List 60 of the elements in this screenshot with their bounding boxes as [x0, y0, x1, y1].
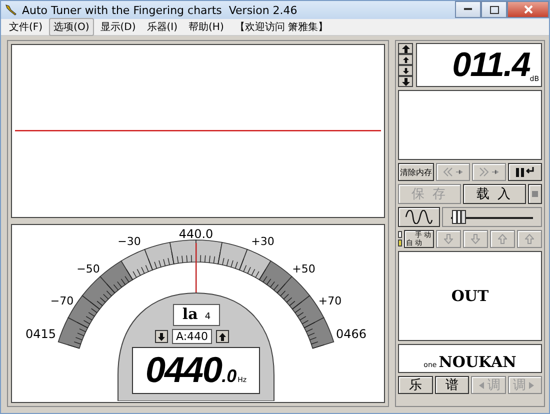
cents-label: +50 — [292, 262, 316, 276]
score-button[interactable]: 乐 — [398, 376, 432, 394]
up-arrow-icon — [525, 234, 534, 244]
down-button[interactable] — [155, 330, 168, 343]
stop-icon — [532, 191, 538, 197]
sine-wave-icon — [405, 210, 433, 224]
center-frequency-label: 440.0 — [178, 227, 214, 241]
load-button[interactable]: 载 入 — [463, 184, 526, 204]
frequency-value: 0440 — [145, 348, 222, 392]
forward-icon — [478, 167, 500, 177]
cents-label: −50 — [76, 262, 100, 276]
cents-label: +70 — [318, 294, 342, 308]
menu-item[interactable]: 文件(F) — [4, 18, 48, 36]
note-name: la — [182, 305, 198, 323]
menu-item[interactable]: 显示(D) — [95, 18, 141, 36]
minimize-button[interactable] — [455, 1, 481, 18]
cents-label: −30 — [118, 234, 141, 248]
waveform-button[interactable] — [398, 207, 440, 227]
down-button[interactable] — [398, 76, 413, 87]
down-arrow-icon — [158, 332, 165, 340]
close-icon — [524, 5, 532, 14]
pause-icon — [515, 167, 535, 177]
maximize-icon — [490, 6, 498, 14]
window-title: Auto Tuner with the Fingering charts Version 2.46 — [22, 4, 298, 16]
menu-item[interactable]: 选项(O) — [48, 18, 94, 36]
right-triangle-icon — [528, 382, 534, 388]
high-frequency-label: 0466 — [336, 327, 367, 341]
cents-label: −70 — [50, 294, 74, 308]
down-button[interactable] — [398, 65, 413, 76]
close-button[interactable] — [507, 1, 549, 18]
down-arrow-icon — [444, 234, 453, 244]
rewind-icon — [442, 167, 464, 177]
app-icon — [5, 4, 17, 16]
output-status: OUT — [451, 287, 489, 305]
instrument-name: NOUKAN — [438, 353, 516, 371]
menu-item[interactable]: 【欢迎访问 箫雅集】 — [230, 18, 334, 36]
up-arrow-icon — [219, 332, 226, 340]
level-value: 011.4 — [452, 45, 530, 86]
minimize-icon — [464, 8, 472, 11]
pause-button[interactable] — [508, 163, 542, 181]
slider-thumb[interactable] — [452, 210, 466, 224]
left-triangle-icon — [479, 382, 484, 388]
frequency-decimal: .0 — [222, 366, 237, 387]
up-button[interactable] — [216, 330, 230, 343]
stop-button[interactable] — [528, 184, 542, 204]
reference-pitch-field[interactable]: A:440 — [172, 329, 212, 344]
score-button[interactable]: 谱 — [434, 376, 469, 394]
up-button[interactable] — [398, 43, 413, 54]
up-button[interactable] — [398, 54, 413, 65]
status-indicator-icon — [398, 231, 402, 247]
up-arrow-icon — [498, 234, 507, 244]
clear-memory-button[interactable]: 清除内存 — [398, 163, 434, 181]
cents-label: +30 — [251, 234, 274, 248]
maximize-button[interactable] — [481, 1, 507, 18]
low-frequency-label: 0415 — [25, 327, 56, 341]
down-arrow-icon — [471, 234, 480, 244]
menu-item[interactable]: 乐器(I) — [142, 18, 183, 36]
volume-slider[interactable] — [442, 207, 542, 227]
octave-number: 4 — [204, 312, 211, 322]
menu-item[interactable]: 帮助(H) — [184, 18, 229, 36]
